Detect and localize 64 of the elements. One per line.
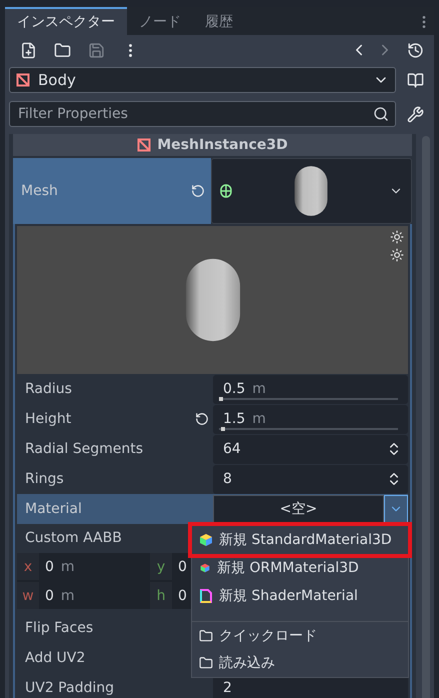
shader-file-icon: [199, 589, 213, 603]
property-label: Custom AABB: [25, 530, 122, 546]
section-title: MeshInstance3D: [157, 137, 288, 153]
value-text[interactable]: 0: [178, 588, 187, 604]
value-text[interactable]: 0: [178, 558, 187, 574]
tab[interactable]: 履歴: [193, 7, 245, 35]
tab[interactable]: インスペクター: [5, 7, 127, 35]
value-text: 64: [223, 441, 242, 457]
unit-text: m: [60, 588, 75, 604]
folder-icon: [199, 628, 213, 642]
property-label: Radial Segments: [25, 441, 143, 457]
spin-field[interactable]: 64: [213, 434, 408, 464]
slider-field[interactable]: 1.5 m: [213, 404, 408, 434]
spin-field[interactable]: 8: [213, 464, 408, 494]
property-label: UV2 Padding: [25, 680, 114, 696]
resource-picker[interactable]: <空>: [213, 494, 384, 524]
filter-input[interactable]: Filter Properties: [16, 105, 373, 123]
filter-field[interactable]: Filter Properties: [9, 101, 396, 127]
value-text: 0.5: [223, 381, 246, 397]
tab[interactable]: ノード: [127, 7, 193, 35]
dropdown-button[interactable]: [384, 494, 408, 524]
axis-label: h: [150, 582, 172, 609]
light-toggle-icon[interactable]: [390, 248, 404, 262]
mesh-node-icon: [16, 73, 30, 87]
capsule-thumbnail: [294, 165, 328, 217]
menu-item[interactable]: 新規 StandardMaterial3D: [192, 526, 408, 554]
menu-item[interactable]: クイックロード: [192, 621, 408, 649]
material-row[interactable]: Material <空>: [17, 494, 408, 524]
property-label: Flip Faces: [25, 620, 94, 636]
object-name: Body: [38, 71, 77, 89]
light-toggle-icon[interactable]: [390, 230, 404, 244]
menu-item[interactable]: 新規 ShaderMaterial: [192, 582, 408, 610]
cube-icon: [199, 533, 213, 547]
value-text[interactable]: 0: [45, 588, 54, 604]
mesh-node-icon: [137, 138, 152, 152]
unit-text: m: [252, 381, 266, 397]
slider-thumb[interactable]: [219, 396, 223, 400]
value-text[interactable]: 0: [45, 558, 54, 574]
property-label: Rings: [25, 471, 64, 487]
slider-field[interactable]: 0.5 m: [213, 374, 408, 404]
axis-label: x: [17, 553, 39, 580]
mesh-picker[interactable]: [211, 158, 412, 224]
capsule-mesh-icon: [220, 184, 232, 198]
revert-icon[interactable]: [195, 412, 209, 426]
unit-text: m: [252, 411, 266, 427]
property-label: Mesh: [21, 183, 58, 199]
property-label: Material: [25, 501, 82, 517]
value-text: 2: [223, 680, 232, 696]
cube-icon: [199, 562, 211, 574]
value-text: 8: [223, 471, 233, 487]
value-text: 1.5: [223, 411, 246, 427]
search-icon: [373, 106, 389, 122]
property-label: Radius: [25, 381, 72, 397]
revert-icon[interactable]: [191, 184, 205, 198]
property-label: Add UV2: [25, 650, 86, 666]
object-select[interactable]: Body: [9, 67, 396, 93]
menu-item[interactable]: 読み込み: [192, 649, 408, 677]
menu-item[interactable]: 新規 ORMMaterial3D: [192, 554, 408, 582]
axis-label: y: [150, 553, 172, 580]
property-label: Height: [25, 411, 72, 427]
axis-label: w: [17, 582, 39, 609]
unit-text: m: [60, 558, 75, 574]
folder-icon: [199, 656, 213, 670]
slider-thumb[interactable]: [220, 426, 225, 430]
